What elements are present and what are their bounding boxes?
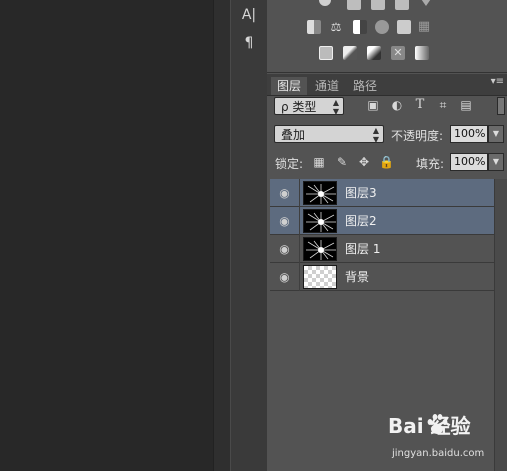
fill-input[interactable]: 100% (450, 153, 488, 171)
black-white-icon[interactable]: ⚖ (329, 20, 343, 34)
filter-toggle-switch[interactable] (497, 97, 505, 115)
vibrance-icon[interactable] (419, 0, 433, 6)
layer-thumbnail (303, 265, 337, 289)
opacity-input[interactable]: 100% (450, 125, 488, 143)
gradient-map-icon[interactable] (415, 46, 429, 60)
grid-icon[interactable]: ▦ (417, 20, 431, 34)
blend-mode-select[interactable]: 叠加 ▲ ▼ (274, 125, 384, 144)
shape-filter-icon[interactable]: ⌗ (436, 98, 450, 112)
lock-position-icon[interactable]: ✥ (357, 155, 371, 169)
baidu-jingyan-watermark: Bai 经验 jingyan.baidu.com (388, 410, 498, 465)
adjustment-filter-icon[interactable]: ◐ (390, 98, 404, 112)
lock-transparent-icon[interactable]: ▦ (312, 155, 326, 169)
selective-color-icon[interactable]: ✕ (391, 46, 405, 60)
threshold-icon[interactable] (367, 46, 381, 60)
layer-name[interactable]: 背景 (345, 263, 369, 291)
visibility-eye-icon[interactable]: ◉ (270, 179, 300, 207)
blend-mode-label: 叠加 (281, 128, 306, 142)
color-lookup-icon[interactable] (397, 20, 411, 34)
channel-mixer-icon[interactable] (375, 20, 389, 34)
layer-row-layer1[interactable]: ◉ 图层 1 (270, 235, 494, 263)
select-arrows-icon: ▲ ▼ (372, 126, 379, 144)
curves-icon[interactable] (371, 0, 385, 10)
levels-icon[interactable] (347, 0, 361, 10)
layer-thumbnail (303, 209, 337, 233)
smart-object-filter-icon[interactable]: ▤ (459, 98, 473, 112)
layer-name[interactable]: 图层3 (345, 179, 377, 207)
layer-name[interactable]: 图层 1 (345, 235, 380, 263)
pixel-filter-icon[interactable]: ▣ (366, 98, 380, 112)
lock-image-icon[interactable]: ✎ (335, 155, 349, 169)
layer-name[interactable]: 图层2 (345, 207, 377, 235)
posterize-icon[interactable] (343, 46, 357, 60)
canvas-workspace (0, 0, 213, 471)
opacity-label: 不透明度: (391, 129, 444, 143)
character-panel-icon[interactable]: A| (238, 4, 260, 26)
tab-channels[interactable]: 通道 (309, 77, 345, 95)
panel-gutter (213, 0, 231, 471)
lock-all-icon[interactable]: 🔒 (379, 155, 394, 169)
color-balance-icon[interactable] (307, 20, 321, 34)
layer-thumbnail (303, 237, 337, 261)
invert-icon[interactable] (319, 46, 333, 60)
layer-filter-kind-select[interactable]: ρ 类型 ▲ ▼ (274, 97, 344, 116)
watermark-url: jingyan.baidu.com (392, 448, 485, 459)
paragraph-panel-icon[interactable]: ¶ (238, 32, 260, 54)
panel-menu-icon[interactable]: ▾≡ (490, 76, 504, 88)
filter-kind-label: ρ 类型 (281, 100, 317, 114)
watermark-brand: Bai 经验 (388, 414, 471, 438)
adjustments-panel: ⚖ ▦ ✕ (267, 0, 507, 73)
brightness-icon[interactable] (319, 0, 331, 6)
collapsed-panel-strip: A| ¶ (230, 0, 268, 471)
fill-label: 填充: (416, 157, 445, 171)
select-arrows-icon: ▲ ▼ (332, 98, 339, 116)
exposure-icon[interactable] (395, 0, 409, 10)
fill-slider-button[interactable]: ▼ (488, 153, 504, 171)
layer-thumbnail (303, 181, 337, 205)
opacity-slider-button[interactable]: ▼ (488, 125, 504, 143)
tab-paths[interactable]: 路径 (347, 77, 383, 95)
layer-row-background[interactable]: ◉ 背景 (270, 263, 494, 291)
visibility-eye-icon[interactable]: ◉ (270, 263, 300, 291)
layer-row-layer2[interactable]: ◉ 图层2 (270, 207, 494, 235)
visibility-eye-icon[interactable]: ◉ (270, 207, 300, 235)
panel-tab-bar: 图层 通道 路径 ▾≡ (267, 74, 507, 96)
tab-layers[interactable]: 图层 (271, 77, 308, 95)
lock-label: 锁定: (275, 157, 304, 171)
photo-filter-icon[interactable] (353, 20, 367, 34)
visibility-eye-icon[interactable]: ◉ (270, 235, 300, 263)
layer-row-layer3[interactable]: ◉ 图层3 (270, 179, 494, 207)
type-filter-icon[interactable]: T (413, 98, 427, 112)
